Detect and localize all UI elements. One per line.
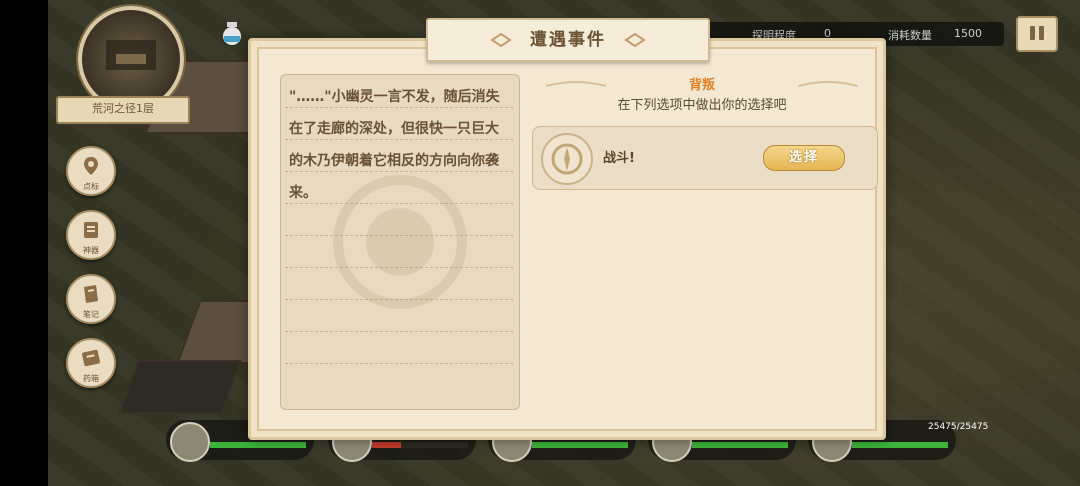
dialog-title-banner: 遭遇事件	[426, 18, 710, 62]
resource2-value: 1500	[954, 27, 982, 40]
hp-bar	[210, 442, 306, 448]
potion-icon[interactable]	[218, 20, 246, 46]
pause-icon	[1030, 26, 1035, 40]
book-icon	[82, 349, 100, 367]
ornament-icon	[624, 32, 646, 48]
choice-label: 战斗!	[603, 151, 635, 166]
choice-prompt: 在下列选项中做出你的选择吧	[617, 98, 787, 113]
pause-button[interactable]	[1016, 16, 1058, 52]
hp-bar	[372, 442, 468, 448]
hp-bar	[532, 442, 628, 448]
hp-bar	[852, 442, 948, 448]
game-screen: 荒河之径1层 点标 神器 笔记 药箱 探明程度 0 消耗数量 1500 2547…	[48, 0, 1080, 486]
side-button-label: 神器	[83, 246, 99, 255]
resource2-label: 消耗数量	[888, 29, 932, 42]
map-pin-icon	[84, 157, 98, 175]
side-button-artifact[interactable]: 神器	[66, 210, 116, 260]
dialog-title: 遭遇事件	[530, 30, 606, 50]
note-icon	[84, 285, 98, 303]
crest-icon	[551, 143, 583, 175]
select-button[interactable]: 选择	[763, 145, 845, 171]
choice-header: 背叛 在下列选项中做出你的选择吧	[546, 70, 858, 116]
emblem-watermark-icon	[333, 175, 467, 309]
choice-option[interactable]: 战斗! 选择	[532, 126, 878, 190]
side-button-map-pin[interactable]: 点标	[66, 146, 116, 196]
side-button-label: 点标	[83, 182, 99, 191]
flourish-right-icon	[798, 81, 858, 87]
side-button-kit[interactable]: 药箱	[66, 338, 116, 388]
scroll-icon	[84, 222, 98, 238]
pause-icon	[1039, 26, 1044, 40]
choice-icon	[541, 133, 593, 185]
side-button-label: 笔记	[83, 310, 99, 319]
side-button-label: 药箱	[83, 374, 99, 383]
hp-text: 25475/25475	[928, 422, 989, 432]
avatar	[170, 422, 210, 462]
hp-bar	[692, 442, 788, 448]
floor-label: 荒河之径1层	[56, 96, 190, 124]
minimap-icon	[106, 40, 156, 70]
dungeon-crate	[118, 360, 242, 414]
side-button-notes[interactable]: 笔记	[66, 274, 116, 324]
